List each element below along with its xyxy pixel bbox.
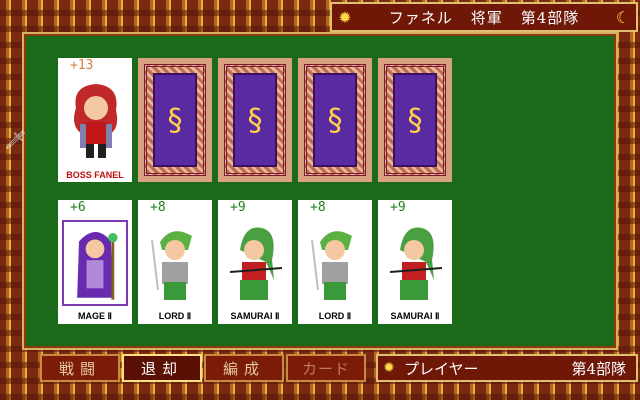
boss-fanel-portrait: [62, 78, 128, 164]
enemy-card-back-4[interactable]: §: [378, 58, 452, 182]
card-power: +8: [310, 200, 326, 215]
enemy-card-back-3[interactable]: §: [298, 58, 372, 182]
card-power: +8: [150, 200, 166, 215]
player-unit-label: 第4部隊: [571, 359, 626, 378]
commander-unit: 第4部隊: [520, 8, 580, 27]
player-card-2[interactable]: +8 LORD Ⅱ: [138, 200, 212, 324]
card-name: MAGE Ⅱ: [78, 311, 112, 321]
command-menu: 戦闘 退却 編成 カード: [40, 354, 368, 382]
sun-emblem-icon: ✹: [383, 360, 395, 376]
game-screen: 🗡 ✹ ファネル 将軍 第4部隊 ☾ +13 BOSS FANEL § § §: [0, 0, 640, 400]
mage-portrait: [62, 220, 128, 306]
samurai-portrait: [222, 220, 288, 306]
enemy-card-back-1[interactable]: §: [138, 58, 212, 182]
battle-button[interactable]: 戦闘: [40, 354, 120, 382]
commander-rank: 将軍: [470, 8, 503, 27]
dragon-crest-icon: §: [313, 73, 357, 167]
sun-emblem-icon: ✹: [338, 7, 352, 27]
player-card-4[interactable]: +8 LORD Ⅱ: [298, 200, 372, 324]
enemy-card-back-2[interactable]: §: [218, 58, 292, 182]
retreat-button[interactable]: 退却: [122, 354, 202, 382]
enemy-leader-card[interactable]: +13 BOSS FANEL: [58, 58, 132, 182]
card-name: BOSS FANEL: [66, 170, 124, 180]
samurai-portrait: [382, 220, 448, 306]
dragon-crest-icon: §: [233, 73, 277, 167]
card-power: +9: [230, 200, 246, 215]
card-name: SAMURAI Ⅱ: [230, 311, 280, 321]
dragon-crest-icon: §: [393, 73, 437, 167]
dragon-crest-icon: §: [153, 73, 197, 167]
card-name: LORD Ⅱ: [158, 311, 192, 321]
player-card-1[interactable]: +6 MAGE Ⅱ: [58, 200, 132, 324]
formation-button[interactable]: 編成: [204, 354, 284, 382]
card-power: +13: [70, 58, 94, 73]
dragon-emblem-icon: ☾: [615, 7, 631, 27]
commander-name: ファネル: [388, 8, 453, 27]
sword-icon: 🗡: [4, 130, 27, 151]
card-name: SAMURAI Ⅱ: [390, 311, 440, 321]
card-power: +6: [70, 200, 86, 215]
card-power: +9: [390, 200, 406, 215]
player-side-label: プレイヤー: [404, 359, 479, 378]
player-plate: ✹ プレイヤー 第4部隊: [376, 354, 638, 382]
player-card-3[interactable]: +9 SAMURAI Ⅱ: [218, 200, 292, 324]
card-name: LORD Ⅱ: [318, 311, 352, 321]
lord-portrait: [142, 220, 208, 306]
commander-title-plate: ✹ ファネル 将軍 第4部隊 ☾: [330, 2, 638, 32]
cards-button[interactable]: カード: [286, 354, 366, 382]
player-card-5[interactable]: +9 SAMURAI Ⅱ: [378, 200, 452, 324]
lord-portrait: [302, 220, 368, 306]
